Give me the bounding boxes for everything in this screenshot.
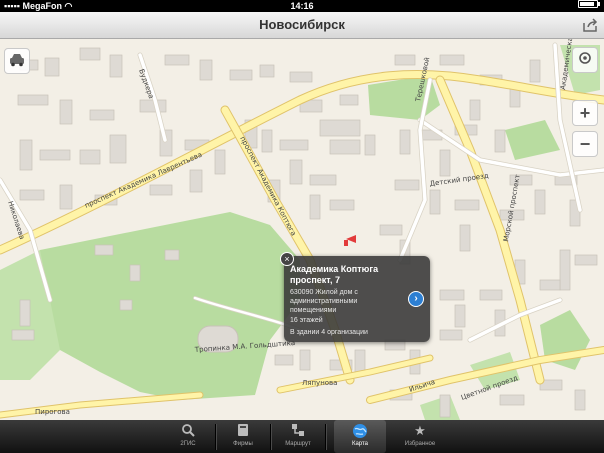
book-icon [235,423,251,439]
close-icon[interactable]: × [280,252,294,266]
globe-icon [352,423,368,439]
share-icon[interactable] [582,17,598,33]
my-location-button[interactable] [572,47,598,73]
map-view[interactable]: проспект Академика Лаврентьева Николаева… [0,32,604,420]
battery-icon [578,0,600,8]
star-icon: ★ [414,423,426,438]
tab-favorites[interactable]: ★ Избранное [394,420,446,453]
tab-route[interactable]: Маршрут [272,420,324,453]
tab-bar: 2ГИС Фирмы Маршрут Карта ★ Избранное [0,420,604,453]
street-label: Пирогова [35,408,70,416]
place-detail-line: помещениями [290,307,337,314]
clock: 14:16 [290,1,314,11]
battery-indicator [578,0,600,8]
page-title: Новосибирск [259,17,345,32]
street-label: Ляпунова [302,379,337,387]
place-detail-line: 630090 Жилой дом с [290,289,358,296]
tab-firms[interactable]: Фирмы [217,420,269,453]
zoom-in-button[interactable]: + [572,100,598,126]
place-detail-line: административными [290,298,358,305]
locate-icon [577,50,593,70]
tab-map[interactable]: Карта [334,420,386,453]
search-icon [180,423,196,439]
zoom-out-button[interactable]: − [572,131,598,157]
place-organizations: В здании 4 организации [290,329,368,336]
status-bar: ▪▪▪▪▪ MegaFon ◠ 14:16 [0,0,604,12]
tab-2gis[interactable]: 2ГИС [162,420,214,453]
route-icon [290,423,306,439]
place-floors: 16 этажей [290,317,323,324]
traffic-toggle-button[interactable] [4,48,30,74]
details-arrow-icon[interactable]: › [408,291,424,307]
car-icon [8,51,26,71]
navigation-bar: Новосибирск [0,12,604,39]
place-info-popup[interactable]: Академика Коптюга проспект, 7 630090 Жил… [284,256,430,342]
place-title: Академика Коптюга проспект, 7 [290,264,379,285]
